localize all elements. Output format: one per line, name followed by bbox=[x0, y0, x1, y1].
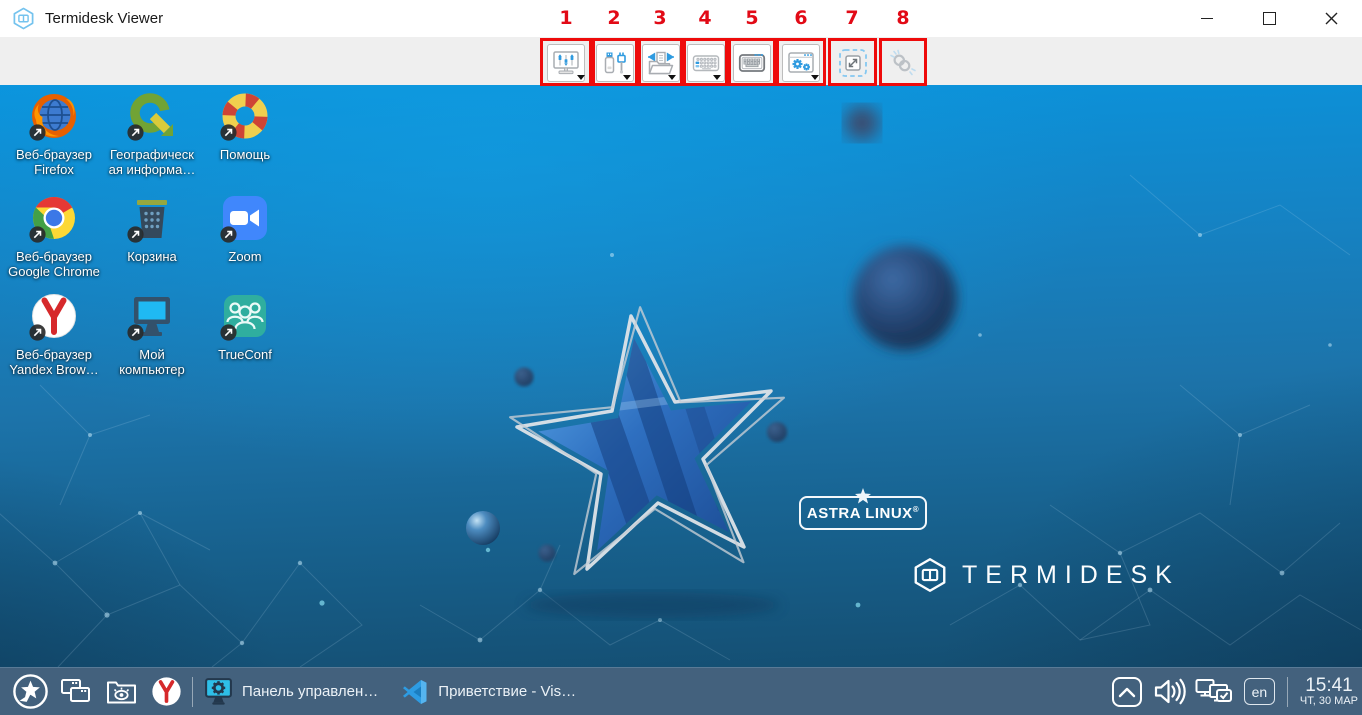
termidesk-logo-icon bbox=[12, 7, 35, 30]
desktop-icon-firefox[interactable]: Веб-браузерFirefox bbox=[7, 90, 101, 177]
onscreen-keyboard-icon bbox=[738, 49, 766, 77]
clock[interactable]: 15:41 ЧТ, 30 МАР bbox=[1300, 676, 1358, 707]
titlebar: Termidesk Viewer bbox=[0, 0, 1362, 38]
astra-linux-logo: ASTRA LINUX® bbox=[799, 496, 927, 530]
layout-label: en bbox=[1252, 684, 1268, 700]
annotation-box-4 bbox=[683, 38, 728, 86]
maximize-button[interactable] bbox=[1238, 0, 1300, 37]
attach-session-button[interactable] bbox=[887, 47, 919, 79]
display-settings-icon bbox=[552, 49, 580, 77]
taskbar-separator bbox=[192, 677, 193, 707]
desktop-icon-chrome[interactable]: Веб-браузерGoogle Chrome bbox=[7, 192, 101, 279]
yandex-browser-icon bbox=[151, 676, 182, 707]
session-settings-icon bbox=[787, 49, 815, 77]
network-devices-button[interactable] bbox=[1194, 676, 1234, 708]
annotation-number-4: 4 bbox=[698, 7, 711, 29]
vscode-icon bbox=[400, 677, 430, 707]
annotation-number-1: 1 bbox=[559, 7, 572, 29]
display-settings-dropdown-icon[interactable] bbox=[577, 75, 585, 80]
shortcut-arrow-badge bbox=[220, 226, 237, 243]
task-control-panel[interactable]: Панель управлен… bbox=[203, 676, 378, 707]
annotation-box-6 bbox=[776, 38, 826, 86]
shortcut-arrow-badge bbox=[29, 324, 46, 341]
desktop-icon-trash[interactable]: Корзина bbox=[105, 192, 199, 264]
file-manager-button[interactable] bbox=[105, 677, 138, 706]
taskbar: Панель управлен… Приветствие - Vis… bbox=[0, 667, 1362, 715]
windows-switcher-icon bbox=[59, 677, 93, 707]
termidesk-watermark-icon bbox=[912, 557, 948, 593]
shortcut-arrow-badge bbox=[29, 226, 46, 243]
remote-desktop-viewport[interactable]: ASTRA LINUX® TERMIDESK bbox=[0, 85, 1362, 667]
annotation-box-8 bbox=[879, 38, 927, 86]
show-windows-button[interactable] bbox=[59, 677, 93, 707]
desktop-icon-trueconf[interactable]: TrueConf bbox=[198, 290, 292, 362]
folder-eye-icon bbox=[105, 677, 138, 706]
maximize-icon bbox=[1263, 12, 1276, 25]
start-menu-button[interactable] bbox=[12, 673, 49, 710]
annotation-number-5: 5 bbox=[745, 7, 758, 29]
termidesk-watermark: TERMIDESK bbox=[912, 557, 1180, 593]
network-monitors-check-icon bbox=[1194, 676, 1234, 708]
usb-redirect-dropdown-icon[interactable] bbox=[623, 75, 631, 80]
shortcut-arrow-badge bbox=[127, 324, 144, 341]
start-menu-star-icon bbox=[12, 673, 49, 710]
keyboard-shortcuts-dropdown-icon[interactable] bbox=[713, 75, 721, 80]
astra-star-icon bbox=[854, 487, 872, 510]
tray-expand-button[interactable] bbox=[1112, 677, 1142, 707]
annotation-number-6: 6 bbox=[794, 7, 807, 29]
session-settings-dropdown-icon[interactable] bbox=[811, 75, 819, 80]
close-button[interactable] bbox=[1300, 0, 1362, 37]
control-panel-icon bbox=[203, 676, 234, 707]
annotation-box-2 bbox=[592, 38, 638, 86]
annotation-number-7: 7 bbox=[845, 7, 858, 29]
file-transfer-dropdown-icon[interactable] bbox=[668, 75, 676, 80]
annotation-number-8: 8 bbox=[896, 7, 909, 29]
keyboard-shortcuts-icon bbox=[692, 49, 720, 77]
yandex-browser-taskbar-button[interactable] bbox=[151, 676, 182, 707]
window-title: Termidesk Viewer bbox=[45, 10, 163, 27]
termidesk-viewer-window: Termidesk Viewer 1 2 3 4 5 6 7 8 bbox=[0, 0, 1362, 715]
annotation-box-5 bbox=[728, 38, 776, 86]
minimize-icon bbox=[1201, 18, 1213, 19]
task-label: Приветствие - Vis… bbox=[438, 683, 576, 700]
task-vscode[interactable]: Приветствие - Vis… bbox=[400, 677, 576, 707]
chevron-up-icon bbox=[1117, 685, 1137, 699]
shortcut-arrow-badge bbox=[220, 124, 237, 141]
desktop-icon-qgis[interactable]: Географическая информа… bbox=[105, 90, 199, 177]
volume-button[interactable] bbox=[1152, 677, 1186, 706]
speaker-icon bbox=[1152, 677, 1186, 706]
annotation-number-3: 3 bbox=[653, 7, 666, 29]
shortcut-arrow-badge bbox=[220, 324, 237, 341]
tray-separator bbox=[1287, 677, 1288, 707]
clock-time: 15:41 bbox=[1300, 676, 1358, 696]
clock-date: ЧТ, 30 МАР bbox=[1300, 696, 1358, 708]
shortcut-arrow-badge bbox=[29, 124, 46, 141]
annotation-box-7 bbox=[828, 38, 877, 86]
file-transfer-icon bbox=[646, 49, 676, 77]
desktop-icon-my-computer[interactable]: Мойкомпьютер bbox=[105, 290, 199, 377]
desktop-icon-help[interactable]: Помощь bbox=[198, 90, 292, 162]
usb-redirect-icon bbox=[601, 49, 629, 77]
fullscreen-icon bbox=[837, 47, 869, 79]
minimize-button[interactable] bbox=[1176, 0, 1238, 37]
shortcut-arrow-badge bbox=[127, 124, 144, 141]
fullscreen-button[interactable] bbox=[837, 47, 869, 79]
attach-session-icon bbox=[887, 47, 919, 79]
task-label: Панель управлен… bbox=[242, 683, 378, 700]
annotation-box-1 bbox=[540, 38, 592, 86]
annotation-box-3 bbox=[638, 38, 683, 86]
annotation-number-2: 2 bbox=[607, 7, 620, 29]
shortcut-arrow-badge bbox=[127, 226, 144, 243]
keyboard-layout-indicator[interactable]: en bbox=[1244, 678, 1275, 705]
desktop-icon-zoom[interactable]: Zoom bbox=[198, 192, 292, 264]
onscreen-keyboard-button[interactable] bbox=[733, 44, 771, 82]
desktop-icon-yandex-browser[interactable]: Веб-браузерYandex Brow… bbox=[7, 290, 101, 377]
close-icon bbox=[1325, 12, 1338, 25]
